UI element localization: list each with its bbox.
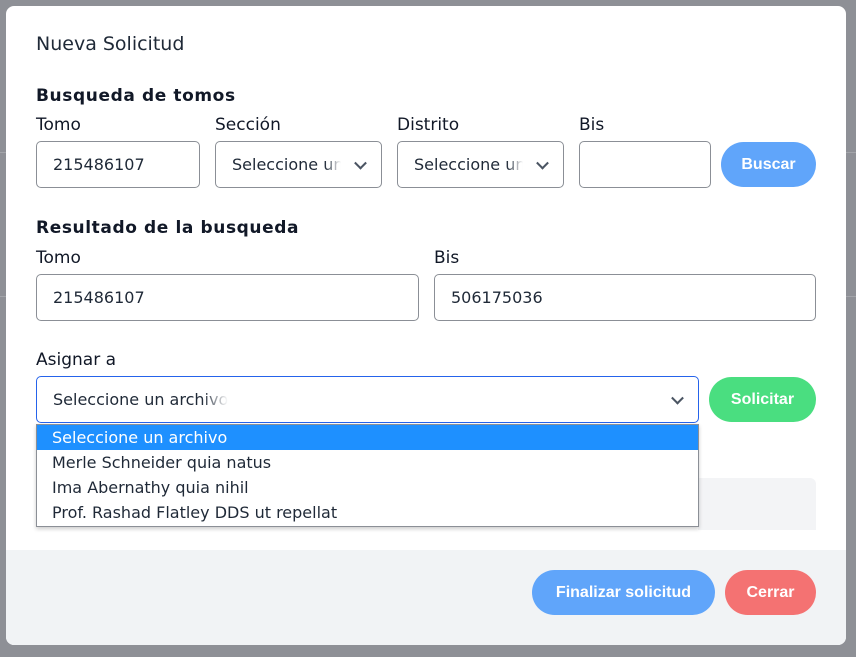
background-divider: [846, 152, 856, 153]
assign-dropdown-list[interactable]: Seleccione un archivo Merle Schneider qu…: [36, 424, 699, 527]
dropdown-option[interactable]: Merle Schneider quia natus: [37, 450, 698, 475]
cerrar-button[interactable]: Cerrar: [725, 570, 816, 615]
assign-label: Asignar a: [36, 350, 117, 370]
solicitar-button[interactable]: Solicitar: [709, 377, 816, 422]
background-divider: [846, 296, 856, 297]
chevron-down-icon: [671, 391, 684, 405]
finalizar-solicitud-button[interactable]: Finalizar solicitud: [532, 570, 715, 615]
buscar-button[interactable]: Buscar: [721, 142, 816, 187]
result-bis-field[interactable]: 506175036: [434, 274, 816, 321]
chevron-down-icon: [354, 156, 367, 170]
seccion-select[interactable]: Seleccione un: [215, 141, 382, 188]
search-section-title: Busqueda de tomos: [36, 86, 236, 106]
result-tomo-field[interactable]: 215486107: [36, 274, 419, 321]
tomo-label: Tomo: [36, 115, 81, 135]
tomo-input-value: 215486107: [53, 155, 145, 174]
dropdown-option[interactable]: Ima Abernathy quia nihil: [37, 475, 698, 500]
result-tomo-value: 215486107: [53, 288, 145, 307]
distrito-select[interactable]: Seleccione un: [397, 141, 564, 188]
result-tomo-label: Tomo: [36, 248, 81, 268]
tomo-input[interactable]: 215486107: [36, 141, 200, 188]
dropdown-option[interactable]: Seleccione un archivo: [37, 425, 698, 450]
modal-footer: Finalizar solicitud Cerrar: [6, 550, 846, 645]
result-bis-label: Bis: [434, 248, 460, 268]
seccion-select-value: Seleccione un: [232, 155, 341, 174]
distrito-label: Distrito: [397, 115, 460, 135]
bis-input[interactable]: [579, 141, 711, 188]
seccion-label: Sección: [215, 115, 281, 135]
bis-label: Bis: [579, 115, 605, 135]
assign-select[interactable]: Seleccione un archivo: [36, 376, 699, 423]
dropdown-option[interactable]: Prof. Rashad Flatley DDS ut repellat: [37, 500, 698, 525]
assign-select-value: Seleccione un archivo: [53, 390, 229, 409]
content-panel-edge: [698, 478, 816, 530]
distrito-select-value: Seleccione un: [414, 155, 523, 174]
modal-title: Nueva Solicitud: [36, 33, 185, 55]
new-request-modal: Nueva Solicitud Busqueda de tomos Tomo 2…: [6, 6, 846, 645]
result-bis-value: 506175036: [451, 288, 543, 307]
result-section-title: Resultado de la busqueda: [36, 218, 300, 238]
chevron-down-icon: [536, 156, 549, 170]
